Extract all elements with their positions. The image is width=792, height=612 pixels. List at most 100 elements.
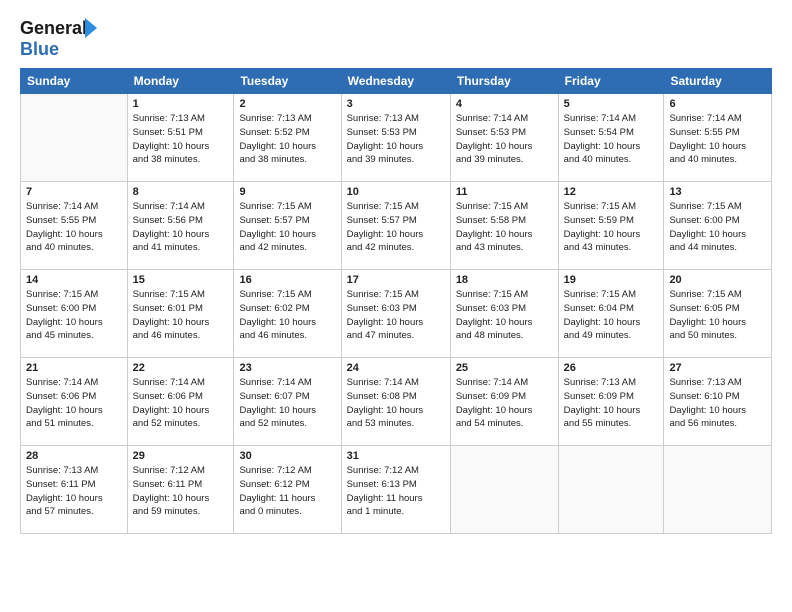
day-number: 9 [239, 186, 335, 198]
day-cell: 3 Sunrise: 7:13 AMSunset: 5:53 PMDaylight… [341, 94, 450, 182]
day-info: Sunrise: 7:14 AMSunset: 6:06 PMDaylight:… [26, 376, 122, 431]
day-number: 18 [456, 274, 553, 286]
week-row-5: 28 Sunrise: 7:13 AMSunset: 6:11 PMDayligh… [21, 446, 772, 534]
day-cell: 4Sunrise: 7:14 AMSunset: 5:53 PMDaylight… [450, 94, 558, 182]
day-info: Sunrise: 7:15 AMSunset: 6:04 PMDaylight:… [564, 288, 659, 343]
day-cell: 2Sunrise: 7:13 AMSunset: 5:52 PMDaylight… [234, 94, 341, 182]
day-cell: 18 Sunrise: 7:15 AMSunset: 6:03 PMDayligh… [450, 270, 558, 358]
day-info: Sunrise: 7:15 AMSunset: 5:57 PMDaylight:… [239, 200, 335, 255]
day-cell: 20Sunrise: 7:15 AMSunset: 6:05 PMDayligh… [664, 270, 772, 358]
col-header-thursday: Thursday [450, 69, 558, 94]
day-cell: 17 Sunrise: 7:15 AMSunset: 6:03 PMDayligh… [341, 270, 450, 358]
day-info: Sunrise: 7:13 AMSunset: 5:53 PMDaylight:… [347, 112, 445, 167]
day-cell: 24Sunrise: 7:14 AMSunset: 6:08 PMDayligh… [341, 358, 450, 446]
col-header-sunday: Sunday [21, 69, 128, 94]
day-cell: 5Sunrise: 7:14 AMSunset: 5:54 PMDaylight… [558, 94, 664, 182]
day-cell: 22 Sunrise: 7:14 AMSunset: 6:06 PMDayligh… [127, 358, 234, 446]
day-number: 11 [456, 186, 553, 198]
day-number: 3 [347, 98, 445, 110]
week-row-1: 1 Sunrise: 7:13 AMSunset: 5:51 PMDaylight… [21, 94, 772, 182]
day-info: Sunrise: 7:15 AMSunset: 5:59 PMDaylight:… [564, 200, 659, 255]
day-info: Sunrise: 7:15 AMSunset: 6:00 PMDaylight:… [26, 288, 122, 343]
day-number: 19 [564, 274, 659, 286]
day-cell: 30Sunrise: 7:12 AMSunset: 6:12 PMDayligh… [234, 446, 341, 534]
calendar-table: SundayMondayTuesdayWednesdayThursdayFrid… [20, 68, 772, 534]
logo-arrow [85, 18, 97, 38]
col-header-wednesday: Wednesday [341, 69, 450, 94]
logo: General Blue [20, 18, 87, 60]
day-number: 28 [26, 450, 122, 462]
day-cell: 29 Sunrise: 7:12 AMSunset: 6:11 PMDayligh… [127, 446, 234, 534]
day-info: Sunrise: 7:13 AMSunset: 6:11 PMDaylight:… [26, 464, 122, 519]
col-header-tuesday: Tuesday [234, 69, 341, 94]
day-number: 10 [347, 186, 445, 198]
day-number: 21 [26, 362, 122, 374]
day-number: 22 [133, 362, 229, 374]
day-info: Sunrise: 7:15 AMSunset: 6:03 PMDaylight:… [456, 288, 553, 343]
col-header-monday: Monday [127, 69, 234, 94]
day-number: 27 [669, 362, 766, 374]
day-info: Sunrise: 7:15 AMSunset: 5:57 PMDaylight:… [347, 200, 445, 255]
day-cell: 14 Sunrise: 7:15 AMSunset: 6:00 PMDayligh… [21, 270, 128, 358]
day-number: 14 [26, 274, 122, 286]
day-cell: 11 Sunrise: 7:15 AMSunset: 5:58 PMDayligh… [450, 182, 558, 270]
day-info: Sunrise: 7:13 AMSunset: 5:51 PMDaylight:… [133, 112, 229, 167]
day-info: Sunrise: 7:14 AMSunset: 5:53 PMDaylight:… [456, 112, 553, 167]
day-cell: 28 Sunrise: 7:13 AMSunset: 6:11 PMDayligh… [21, 446, 128, 534]
week-row-3: 14 Sunrise: 7:15 AMSunset: 6:00 PMDayligh… [21, 270, 772, 358]
day-info: Sunrise: 7:12 AMSunset: 6:12 PMDaylight:… [239, 464, 335, 519]
day-number: 23 [239, 362, 335, 374]
day-number: 7 [26, 186, 122, 198]
day-cell: 9 Sunrise: 7:15 AMSunset: 5:57 PMDaylight… [234, 182, 341, 270]
col-header-friday: Friday [558, 69, 664, 94]
day-info: Sunrise: 7:13 AMSunset: 5:52 PMDaylight:… [239, 112, 335, 167]
day-cell: 6 Sunrise: 7:14 AMSunset: 5:55 PMDaylight… [664, 94, 772, 182]
day-number: 17 [347, 274, 445, 286]
day-cell: 26 Sunrise: 7:13 AMSunset: 6:09 PMDayligh… [558, 358, 664, 446]
day-info: Sunrise: 7:15 AMSunset: 6:02 PMDaylight:… [239, 288, 335, 343]
day-info: Sunrise: 7:15 AMSunset: 5:58 PMDaylight:… [456, 200, 553, 255]
day-info: Sunrise: 7:13 AMSunset: 6:09 PMDaylight:… [564, 376, 659, 431]
day-number: 26 [564, 362, 659, 374]
calendar-header-row: SundayMondayTuesdayWednesdayThursdayFrid… [21, 69, 772, 94]
day-cell: 19 Sunrise: 7:15 AMSunset: 6:04 PMDayligh… [558, 270, 664, 358]
day-info: Sunrise: 7:14 AMSunset: 6:07 PMDaylight:… [239, 376, 335, 431]
day-number: 29 [133, 450, 229, 462]
day-cell: 1 Sunrise: 7:13 AMSunset: 5:51 PMDaylight… [127, 94, 234, 182]
day-cell [664, 446, 772, 534]
day-cell: 7Sunrise: 7:14 AMSunset: 5:55 PMDaylight… [21, 182, 128, 270]
day-cell: 27 Sunrise: 7:13 AMSunset: 6:10 PMDayligh… [664, 358, 772, 446]
day-cell: 12Sunrise: 7:15 AMSunset: 5:59 PMDayligh… [558, 182, 664, 270]
day-info: Sunrise: 7:15 AMSunset: 6:00 PMDaylight:… [669, 200, 766, 255]
day-number: 20 [669, 274, 766, 286]
day-number: 16 [239, 274, 335, 286]
day-cell [21, 94, 128, 182]
day-cell [450, 446, 558, 534]
day-cell: 25 Sunrise: 7:14 AMSunset: 6:09 PMDayligh… [450, 358, 558, 446]
col-header-saturday: Saturday [664, 69, 772, 94]
day-number: 6 [669, 98, 766, 110]
day-number: 24 [347, 362, 445, 374]
day-info: Sunrise: 7:12 AMSunset: 6:11 PMDaylight:… [133, 464, 229, 519]
day-cell: 8 Sunrise: 7:14 AMSunset: 5:56 PMDaylight… [127, 182, 234, 270]
day-info: Sunrise: 7:15 AMSunset: 6:01 PMDaylight:… [133, 288, 229, 343]
day-cell: 15Sunrise: 7:15 AMSunset: 6:01 PMDayligh… [127, 270, 234, 358]
day-info: Sunrise: 7:12 AMSunset: 6:13 PMDaylight:… [347, 464, 445, 519]
week-row-4: 21 Sunrise: 7:14 AMSunset: 6:06 PMDayligh… [21, 358, 772, 446]
week-row-2: 7Sunrise: 7:14 AMSunset: 5:55 PMDaylight… [21, 182, 772, 270]
day-info: Sunrise: 7:14 AMSunset: 5:55 PMDaylight:… [669, 112, 766, 167]
day-number: 25 [456, 362, 553, 374]
day-info: Sunrise: 7:14 AMSunset: 5:56 PMDaylight:… [133, 200, 229, 255]
day-cell: 13 Sunrise: 7:15 AMSunset: 6:00 PMDayligh… [664, 182, 772, 270]
day-info: Sunrise: 7:14 AMSunset: 6:09 PMDaylight:… [456, 376, 553, 431]
day-cell: 31Sunrise: 7:12 AMSunset: 6:13 PMDayligh… [341, 446, 450, 534]
day-info: Sunrise: 7:15 AMSunset: 6:03 PMDaylight:… [347, 288, 445, 343]
day-number: 8 [133, 186, 229, 198]
day-info: Sunrise: 7:14 AMSunset: 6:06 PMDaylight:… [133, 376, 229, 431]
day-number: 5 [564, 98, 659, 110]
day-info: Sunrise: 7:13 AMSunset: 6:10 PMDaylight:… [669, 376, 766, 431]
day-number: 13 [669, 186, 766, 198]
day-cell: 10 Sunrise: 7:15 AMSunset: 5:57 PMDayligh… [341, 182, 450, 270]
day-cell [558, 446, 664, 534]
day-number: 1 [133, 98, 229, 110]
